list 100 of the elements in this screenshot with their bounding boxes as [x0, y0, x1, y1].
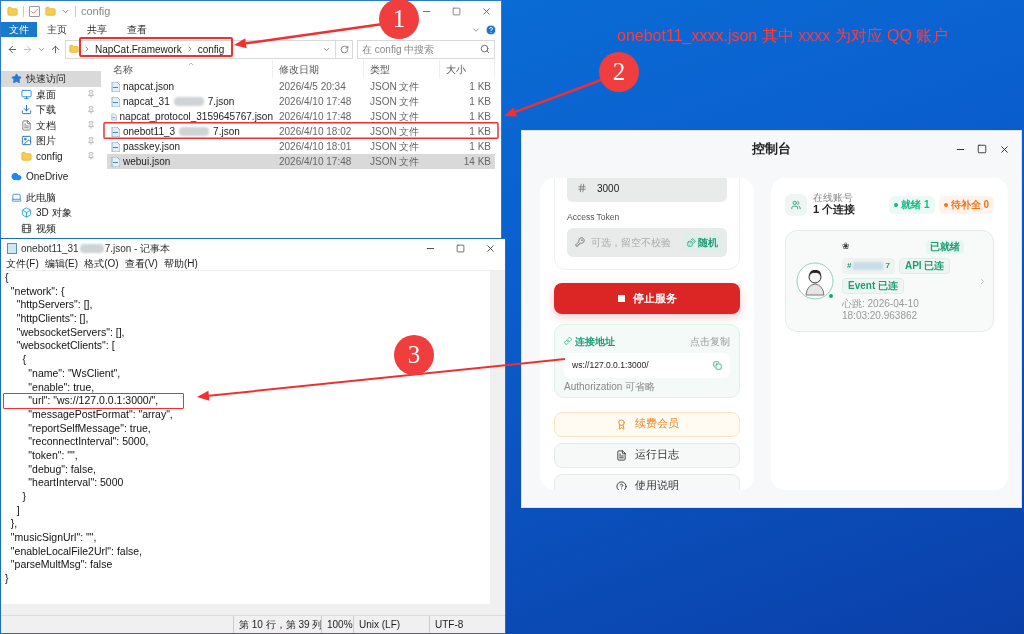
sort-icon [187, 60, 195, 68]
json-file-icon [111, 96, 120, 107]
sidebar-item[interactable]: 下载 [1, 102, 101, 118]
sidebar-item[interactable]: 快速访问 [1, 71, 101, 87]
image-icon [21, 135, 32, 147]
ribbon-tab[interactable]: 文件 [1, 22, 37, 37]
ribbon-tab[interactable]: 查看 [117, 22, 157, 37]
file-row[interactable]: napcat.json 2026/4/5 20:34 JSON 文件 1 KB [107, 79, 495, 94]
users-icon [785, 193, 807, 216]
dropdown-icon[interactable] [61, 7, 70, 16]
menu-item[interactable]: 编辑(E) [44, 256, 79, 271]
file-row[interactable]: napcat_31 7.json 2026/4/10 17:48 JSON 文件 1 KB [107, 94, 495, 109]
file-row[interactable]: webui.json 2026/4/10 17:48 JSON 文件 14 KB [107, 154, 495, 169]
up-icon[interactable] [50, 43, 61, 55]
code-line: "enableLocalFile2Url": false, [9, 544, 143, 558]
code-line: "reconnectInterval": 5000, [27, 435, 149, 448]
url-field[interactable]: ws://127.0.0.1:3000/ [564, 352, 730, 378]
table-cell-text: 2026/4/10 17:48 [278, 110, 353, 124]
stop-icon [617, 294, 625, 302]
account-card[interactable]: ❀ 已就绪 # 7 API 已连 Event 已连 心跳: 2026-04-10 18:03:20.963862 [785, 230, 994, 332]
table-cell-text: JSON 文件 [369, 125, 421, 139]
sidebar-item[interactable]: 图片 [1, 133, 101, 149]
breadcrumb-item[interactable]: config [197, 41, 225, 57]
sidebar-item[interactable]: 此电脑 [1, 189, 101, 205]
table-cell-text: 1 KB [468, 125, 492, 139]
sidebar-item[interactable]: 桌面 [1, 86, 101, 102]
code-line: "debug": false, [27, 462, 96, 476]
sidebar-item[interactable]: OneDrive [1, 169, 101, 185]
status-text: 100% [321, 616, 353, 633]
connection-count: 1 个连接 [813, 203, 856, 216]
step-number-marker: 2 [599, 52, 639, 92]
file-name: napcat_31 [123, 95, 170, 109]
column-header[interactable]: 名称 [107, 60, 273, 78]
json-file-icon [111, 156, 120, 167]
cloud-icon [11, 171, 22, 183]
file-row[interactable]: passkey.json 2026/4/10 18:01 JSON 文件 1 KB [107, 139, 495, 154]
column-header[interactable]: 修改日期 [273, 60, 364, 78]
horizontal-scrollbar[interactable] [1, 604, 505, 615]
ribbon-tab[interactable]: 主页 [37, 22, 77, 37]
chevron-right-icon [83, 45, 91, 53]
menu-item[interactable]: 文件(F) [6, 256, 39, 271]
search-field[interactable]: 在 config 中搜索 [357, 39, 495, 59]
code-line: "websocketClients": [ [15, 339, 115, 353]
stop-service-button[interactable]: 停止服务 [554, 282, 740, 314]
close-icon [998, 143, 1010, 155]
hint-text: Authorization 可省略 [564, 379, 657, 393]
table-cell-text: 1 KB [468, 95, 492, 109]
table-cell-text: 2026/4/10 18:02 [278, 125, 353, 139]
chevron-right-icon[interactable] [978, 276, 987, 286]
code-line: "websocketServers": [], [15, 325, 125, 339]
folder-icon [21, 150, 32, 162]
close-icon [480, 6, 492, 17]
maximize-icon [977, 144, 987, 154]
address-bar[interactable]: NapCat.Framework config [65, 39, 353, 59]
ribbon-tab[interactable]: 共享 [77, 22, 117, 37]
sidebar-item[interactable]: 视频 [1, 220, 101, 236]
menu-item[interactable]: 帮助(H) [163, 256, 198, 271]
table-cell-text: JSON 文件 [369, 140, 421, 154]
sidebar-item[interactable]: 文档 [1, 117, 101, 133]
annotation-text: onebot11_xxxx.json 其中 xxxx 为对应 QQ 账户 [617, 26, 949, 46]
new-folder-icon[interactable] [45, 6, 56, 17]
back-icon[interactable] [7, 43, 18, 55]
breadcrumb-item[interactable]: NapCat.Framework [95, 41, 182, 57]
code-line: "url": "ws://127.0.0.1:3000/", [27, 394, 159, 407]
table-cell-text: 2026/4/10 17:48 [278, 155, 353, 169]
redaction-blur [173, 97, 204, 106]
cube-icon [21, 207, 32, 219]
vertical-scrollbar[interactable] [490, 271, 505, 604]
port-field[interactable]: 3000 [567, 178, 727, 202]
action-button[interactable]: 运行日志 [554, 442, 740, 468]
code-line: "messagePostFormat": "array", [27, 407, 173, 421]
sidebar-item[interactable]: 3D 对象 [1, 205, 101, 221]
table-cell-text: 14 KB [462, 155, 492, 169]
sidebar-item[interactable]: config [1, 148, 101, 164]
column-header[interactable]: 大小 [440, 60, 495, 78]
code-line: "enable": true, [27, 380, 95, 394]
hash-icon [577, 183, 587, 193]
code-line: "httpServers": [], [15, 298, 93, 312]
file-row[interactable]: napcat_protocol_3159645767.json 2026/4/10 17:48 JSON 文件 1 KB [107, 109, 495, 124]
code-line: } [21, 490, 26, 503]
status-tag: API 已连 [898, 258, 951, 274]
file-row[interactable]: onebot11_3 7.json 2026/4/10 18:02 JSON 文件 1 KB [107, 124, 495, 139]
status-text: Unix (LF) [353, 616, 429, 633]
card-title: 连接地址 [575, 334, 615, 349]
notepad-icon [7, 242, 17, 254]
properties-icon[interactable] [29, 6, 40, 17]
help-icon[interactable] [485, 23, 497, 36]
menu-item[interactable]: 查看(V) [124, 256, 158, 271]
code-line: }, [9, 517, 18, 531]
account-id-tag: # 7 [842, 258, 895, 274]
maximize-icon [455, 243, 465, 253]
json-file-icon [111, 141, 120, 152]
status-badge: 就绪 1 [889, 195, 935, 214]
code-line: { [21, 353, 26, 366]
column-header[interactable]: 类型 [364, 60, 440, 78]
menu-item[interactable]: 格式(O) [84, 256, 119, 271]
status-text: UTF-8 [429, 616, 505, 633]
refresh-icon[interactable] [339, 44, 349, 54]
json-file-icon [111, 126, 120, 137]
copy-icon[interactable] [713, 360, 722, 370]
